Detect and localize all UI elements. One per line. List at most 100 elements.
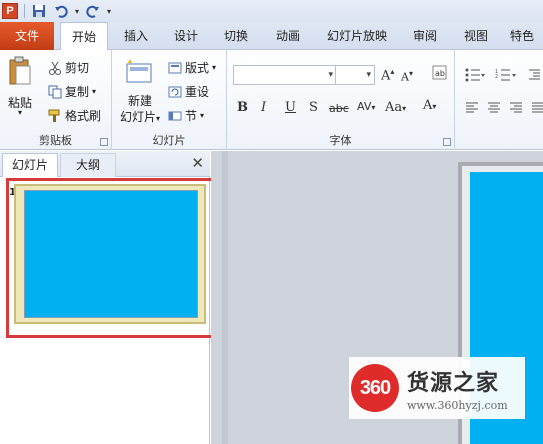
slides-group: 新建 幻灯片▾ 版式 ▾ 重设 节 ▾ 幻灯片	[112, 50, 227, 150]
qat-divider	[24, 4, 25, 18]
layout-button[interactable]: 版式 ▾	[168, 59, 216, 76]
copy-label: 复制	[65, 85, 90, 99]
new-slide-label-text: 幻灯片	[119, 110, 156, 124]
tab-slides-pane[interactable]: 幻灯片	[2, 153, 58, 177]
scissors-icon	[48, 61, 62, 75]
char-spacing-label: AV	[357, 100, 372, 113]
watermark-logo: 360	[351, 364, 399, 412]
format-painter-label: 格式刷	[65, 109, 102, 123]
watermark: 360 货源之家 www.360hyzj.com	[349, 357, 525, 419]
clipboard-group: 粘贴 ▾ 剪切 复制 ▾ 格式刷 剪贴板	[0, 50, 112, 150]
new-slide-label-1[interactable]: 新建	[120, 92, 160, 109]
svg-text:2: 2	[495, 74, 498, 80]
tab-transitions[interactable]: 切换	[218, 22, 254, 50]
shrink-font-label: A	[401, 70, 409, 84]
layout-icon	[168, 61, 182, 75]
tab-animations[interactable]: 动画	[270, 22, 306, 50]
highlight-box	[6, 178, 226, 338]
new-slide-icon[interactable]	[124, 56, 154, 86]
shrink-font-icon[interactable]: A▾	[401, 69, 413, 84]
numbering-icon[interactable]: 12	[495, 68, 519, 85]
quick-access-toolbar: P ▾ ▾	[0, 0, 543, 22]
ribbon: 粘贴 ▾ 剪切 复制 ▾ 格式刷 剪贴板 新建 幻灯片▾ 版式 ▾ 重设 节 ▾…	[0, 50, 543, 150]
font-size-dropdown-icon[interactable]: ▾	[366, 70, 371, 80]
pane-splitter[interactable]	[222, 151, 228, 444]
undo-icon[interactable]	[53, 3, 69, 19]
bold-button[interactable]: B	[237, 100, 248, 115]
tab-home[interactable]: 开始	[60, 22, 108, 51]
font-color-label: A	[423, 98, 433, 113]
tab-slideshow[interactable]: 幻灯片放映	[322, 22, 392, 50]
font-color-button[interactable]: A▾	[423, 98, 436, 113]
font-group-label: 字体	[329, 134, 352, 147]
section-label: 节	[185, 109, 198, 123]
paragraph-group: 12	[455, 50, 543, 150]
decrease-indent-icon[interactable]	[527, 68, 541, 85]
tab-view[interactable]: 视图	[458, 22, 494, 50]
watermark-text: 货源之家 www.360hyzj.com	[407, 365, 508, 412]
customize-qat-icon[interactable]: ▾	[107, 7, 111, 16]
font-name-dropdown-icon[interactable]: ▾	[328, 70, 333, 80]
change-case-label: Aa	[385, 100, 403, 115]
change-case-dropdown-icon[interactable]: ▾	[402, 104, 406, 113]
format-painter-button[interactable]: 格式刷	[48, 107, 101, 124]
italic-button[interactable]: I	[261, 100, 266, 115]
clear-formatting-icon[interactable]: ab	[431, 64, 449, 86]
copy-button[interactable]: 复制 ▾	[48, 83, 96, 100]
tab-features[interactable]: 特色	[510, 22, 543, 50]
pane-tabs: 幻灯片 大纲 ✕	[0, 151, 210, 177]
change-case-button[interactable]: Aa▾	[385, 100, 406, 115]
font-name-combo[interactable]: ▾	[233, 65, 337, 85]
grow-font-icon[interactable]: A▴	[381, 67, 394, 83]
bullets-icon[interactable]	[465, 68, 485, 85]
clipboard-dialog-launcher[interactable]	[100, 138, 108, 146]
underline-button[interactable]: U	[285, 100, 296, 115]
cut-button[interactable]: 剪切	[48, 59, 89, 76]
watermark-name: 货源之家	[407, 370, 500, 396]
align-right-icon[interactable]	[509, 102, 523, 117]
text-shadow-button[interactable]: S	[309, 100, 318, 115]
char-spacing-button[interactable]: AV▾	[357, 100, 375, 113]
char-spacing-dropdown-icon[interactable]: ▾	[371, 103, 375, 112]
paste-dropdown-icon[interactable]: ▾	[14, 108, 26, 117]
copy-icon	[48, 85, 62, 99]
section-button[interactable]: 节 ▾	[168, 107, 204, 124]
align-center-icon[interactable]	[487, 102, 501, 117]
justify-icon[interactable]	[531, 102, 543, 117]
font-size-combo[interactable]: ▾	[335, 65, 375, 85]
layout-label: 版式	[185, 61, 210, 75]
cut-label: 剪切	[65, 61, 90, 75]
section-icon	[168, 109, 182, 123]
strikethrough-button[interactable]: abc	[329, 102, 349, 115]
reset-button[interactable]: 重设	[168, 83, 209, 100]
font-group: ▾ ▾ A▴ A▾ ab B I U S abc AV▾ Aa▾ A▾ 字体	[227, 50, 455, 150]
copy-dropdown-icon[interactable]: ▾	[92, 87, 96, 96]
reset-label: 重设	[185, 85, 210, 99]
grow-font-label: A	[381, 68, 391, 84]
tab-outline-pane[interactable]: 大纲	[60, 153, 116, 177]
layout-dropdown-icon[interactable]: ▾	[212, 63, 216, 72]
svg-text:ab: ab	[435, 69, 445, 78]
font-color-dropdown-icon[interactable]: ▾	[432, 102, 436, 111]
clipboard-group-label: 剪贴板	[39, 134, 72, 147]
tab-insert[interactable]: 插入	[118, 22, 154, 50]
new-slide-label-2[interactable]: 幻灯片▾	[114, 108, 166, 125]
reset-icon	[168, 85, 182, 99]
powerpoint-icon[interactable]: P	[2, 3, 18, 19]
ribbon-tabs: 文件 开始 插入 设计 切换 动画 幻灯片放映 审阅 视图 特色	[0, 22, 543, 51]
section-dropdown-icon[interactable]: ▾	[200, 111, 204, 120]
tab-review[interactable]: 审阅	[407, 22, 443, 50]
align-left-icon[interactable]	[465, 102, 479, 117]
watermark-url: www.360hyzj.com	[407, 398, 508, 412]
format-painter-icon	[48, 109, 62, 123]
font-dialog-launcher[interactable]	[443, 138, 451, 146]
undo-dropdown-icon[interactable]: ▾	[75, 7, 79, 16]
tab-file[interactable]: 文件	[0, 22, 54, 50]
save-icon[interactable]	[31, 3, 47, 19]
slides-group-label: 幻灯片	[152, 134, 186, 147]
paste-icon[interactable]	[8, 56, 32, 86]
new-slide-dropdown-icon[interactable]: ▾	[156, 114, 160, 123]
tab-design[interactable]: 设计	[168, 22, 204, 50]
close-pane-icon[interactable]: ✕	[191, 154, 204, 172]
redo-icon[interactable]	[85, 3, 101, 19]
